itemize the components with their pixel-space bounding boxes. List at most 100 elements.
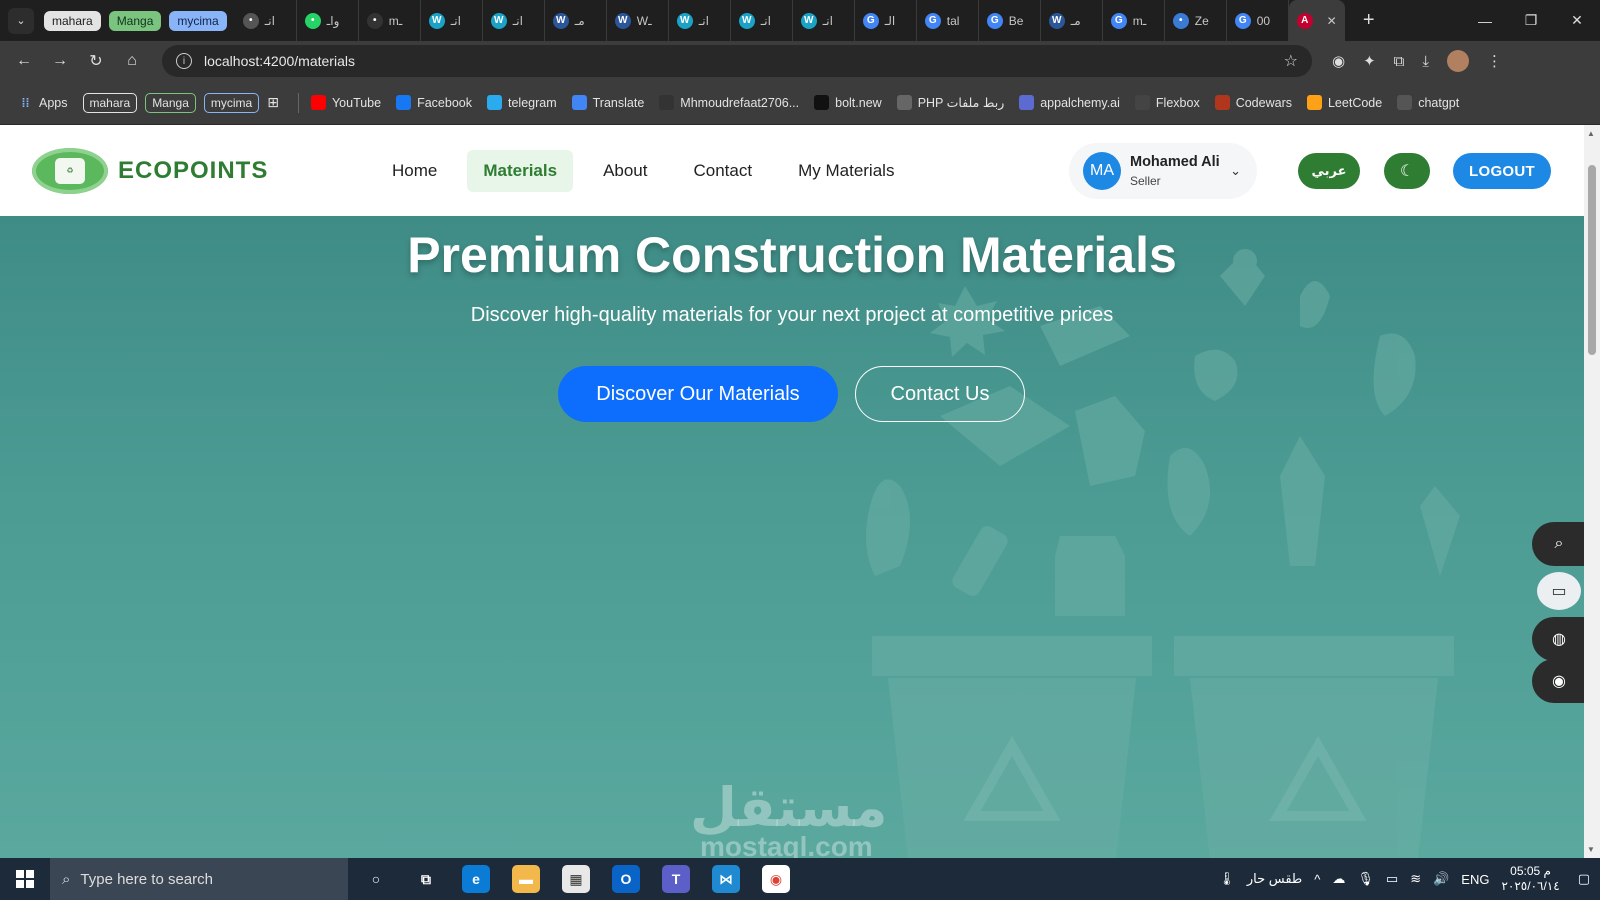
browser-tab[interactable]: • واـ xyxy=(297,0,359,41)
restore-icon[interactable]: ❐ xyxy=(1508,0,1554,41)
color-picker-icon[interactable]: ◍ xyxy=(1532,617,1584,661)
edge-icon[interactable]: e xyxy=(462,865,490,893)
extension-icon[interactable]: ✦ xyxy=(1363,52,1376,70)
tab-group-mahara[interactable]: mahara xyxy=(44,10,101,31)
teams-icon[interactable]: T xyxy=(662,865,690,893)
bookmark-group-manga[interactable]: Manga xyxy=(145,92,196,113)
reader-icon[interactable]: ▭ xyxy=(1537,572,1581,610)
browser-tab[interactable]: G 00 xyxy=(1227,0,1289,41)
bookmark-item[interactable]: Mhmoudrefaat2706... xyxy=(659,95,799,110)
language-toggle-button[interactable]: عربي xyxy=(1298,153,1360,189)
weather-text[interactable]: طقس حار xyxy=(1247,871,1302,887)
browser-tab[interactable]: • انـ xyxy=(235,0,297,41)
bookmark-item[interactable]: Flexbox xyxy=(1134,95,1200,110)
browser-tab[interactable]: W انـ xyxy=(731,0,793,41)
wifi-icon[interactable]: ≋ xyxy=(1410,871,1421,887)
browser-tab[interactable]: W انـ xyxy=(793,0,855,41)
tab-search-button[interactable]: ⌄ xyxy=(8,7,34,34)
bookmark-apps[interactable]: ⁞⁞ Apps xyxy=(18,95,68,110)
assistant-icon[interactable]: ◉ xyxy=(1532,659,1584,703)
show-hidden-icons-icon[interactable]: ^ xyxy=(1314,872,1320,887)
scrollbar-thumb[interactable] xyxy=(1588,165,1596,355)
bookmark-item[interactable]: telegram xyxy=(487,95,557,110)
weather-icon[interactable]: 🌡 xyxy=(1218,871,1235,887)
puzzle-icon[interactable]: ⧉ xyxy=(1394,53,1405,70)
nav-link-contact[interactable]: Contact xyxy=(678,150,769,192)
user-menu[interactable]: MA Mohamed Ali Seller ⌄ xyxy=(1069,143,1257,199)
menu-icon[interactable]: ⋮ xyxy=(1487,52,1502,70)
bookmark-item[interactable]: Facebook xyxy=(396,95,472,110)
store-icon[interactable]: ▦ xyxy=(562,865,590,893)
bookmark-group-mahara[interactable]: mahara xyxy=(82,92,138,113)
logo-icon[interactable]: ♻ xyxy=(32,147,108,194)
nav-link-home[interactable]: Home xyxy=(376,150,453,192)
onedrive-icon[interactable]: ☁ xyxy=(1332,871,1345,887)
browser-tab[interactable]: G الـ xyxy=(855,0,917,41)
taskbar-search-input[interactable]: ⌕ Type here to search xyxy=(50,858,348,900)
page-scrollbar[interactable]: ▲ ▼ xyxy=(1584,125,1600,858)
tab-group-mycima[interactable]: mycima xyxy=(169,10,227,31)
forward-icon[interactable]: → xyxy=(42,52,78,70)
task-view-icon[interactable]: ⧉ xyxy=(412,865,440,893)
cortana-icon[interactable]: ○ xyxy=(362,865,390,893)
browser-tab[interactable]: W انـ xyxy=(669,0,731,41)
back-icon[interactable]: ← xyxy=(6,52,42,70)
active-tab[interactable]: A ✕ xyxy=(1288,0,1345,41)
chrome-icon[interactable]: ◉ xyxy=(762,865,790,893)
microphone-icon[interactable]: 🎙 xyxy=(1357,871,1374,887)
bookmark-item[interactable]: chatgpt xyxy=(1397,95,1459,110)
browser-tab[interactable]: W انـ xyxy=(421,0,483,41)
bookmark-item[interactable]: Codewars xyxy=(1214,95,1292,110)
browser-tab[interactable]: W انـ xyxy=(483,0,545,41)
nav-link-materials[interactable]: Materials xyxy=(467,149,574,192)
outlook-icon[interactable]: O xyxy=(612,865,640,893)
scroll-down-icon[interactable]: ▼ xyxy=(1587,845,1595,854)
windows-start-icon[interactable] xyxy=(0,858,50,900)
tab-groups-icon[interactable]: ⊞ xyxy=(267,94,279,111)
dark-mode-toggle-button[interactable]: ☾ xyxy=(1384,153,1430,189)
close-window-icon[interactable]: ✕ xyxy=(1554,0,1600,41)
reload-icon[interactable]: ↻ xyxy=(78,51,114,71)
bookmark-item[interactable]: YouTube xyxy=(310,95,381,110)
nav-link-my-materials[interactable]: My Materials xyxy=(782,150,910,192)
code-inspect-icon[interactable]: ⌕ xyxy=(1532,522,1584,566)
browser-tab[interactable]: • Ze xyxy=(1165,0,1227,41)
bookmark-star-icon[interactable]: ☆ xyxy=(1284,51,1298,71)
discover-materials-button[interactable]: Discover Our Materials xyxy=(558,366,838,422)
browser-tab[interactable]: W Wـ xyxy=(607,0,669,41)
bookmark-item[interactable]: bolt.new xyxy=(814,95,882,110)
nav-link-about[interactable]: About xyxy=(587,150,663,192)
vscode-icon[interactable]: ⋈ xyxy=(712,865,740,893)
browser-tab[interactable]: G Be xyxy=(979,0,1041,41)
tab-group-manga[interactable]: Manga xyxy=(108,10,162,31)
clock[interactable]: 05:05 م ٢٠٢٥/٠٦/١٤ xyxy=(1501,864,1559,894)
contact-us-button[interactable]: Contact Us xyxy=(855,366,1025,422)
new-tab-button[interactable]: + xyxy=(1355,9,1383,32)
scroll-up-icon[interactable]: ▲ xyxy=(1587,129,1595,138)
browser-tab[interactable]: Gmـ xyxy=(1103,0,1165,41)
browser-tab[interactable]: • mـ xyxy=(359,0,421,41)
browser-tab[interactable]: W مـ xyxy=(545,0,607,41)
brand-name[interactable]: ECOPOINTS xyxy=(118,157,268,185)
bookmark-item[interactable]: LeetCode xyxy=(1306,95,1382,110)
close-tab-icon[interactable]: ✕ xyxy=(1327,14,1337,28)
site-info-icon[interactable]: i xyxy=(176,53,192,69)
bookmark-item[interactable]: appalchemy.ai xyxy=(1019,95,1120,110)
language-indicator[interactable]: ENG xyxy=(1461,872,1489,887)
bookmark-item[interactable]: Translate xyxy=(571,95,644,110)
file-explorer-icon[interactable]: ▬ xyxy=(512,865,540,893)
bookmark-group-mycima[interactable]: mycima xyxy=(203,92,260,113)
minimize-icon[interactable]: — xyxy=(1462,0,1508,41)
notifications-icon[interactable]: ▢ xyxy=(1578,871,1590,887)
home-icon[interactable]: ⌂ xyxy=(114,52,150,70)
download-icon[interactable]: ⤓ xyxy=(1422,53,1429,70)
volume-icon[interactable]: 🔊 xyxy=(1433,871,1449,887)
url-input[interactable]: i localhost:4200/materials ☆ xyxy=(162,45,1312,77)
logout-button[interactable]: LOGOUT xyxy=(1453,153,1551,189)
browser-tab[interactable]: W مـ xyxy=(1041,0,1103,41)
extension-icon[interactable]: ◉ xyxy=(1332,52,1345,70)
profile-avatar[interactable] xyxy=(1447,50,1470,72)
bookmark-item[interactable]: PHP ربط ملفات xyxy=(896,95,1004,110)
battery-icon[interactable]: ▭ xyxy=(1386,871,1398,887)
browser-tab[interactable]: Gtal xyxy=(917,0,979,41)
